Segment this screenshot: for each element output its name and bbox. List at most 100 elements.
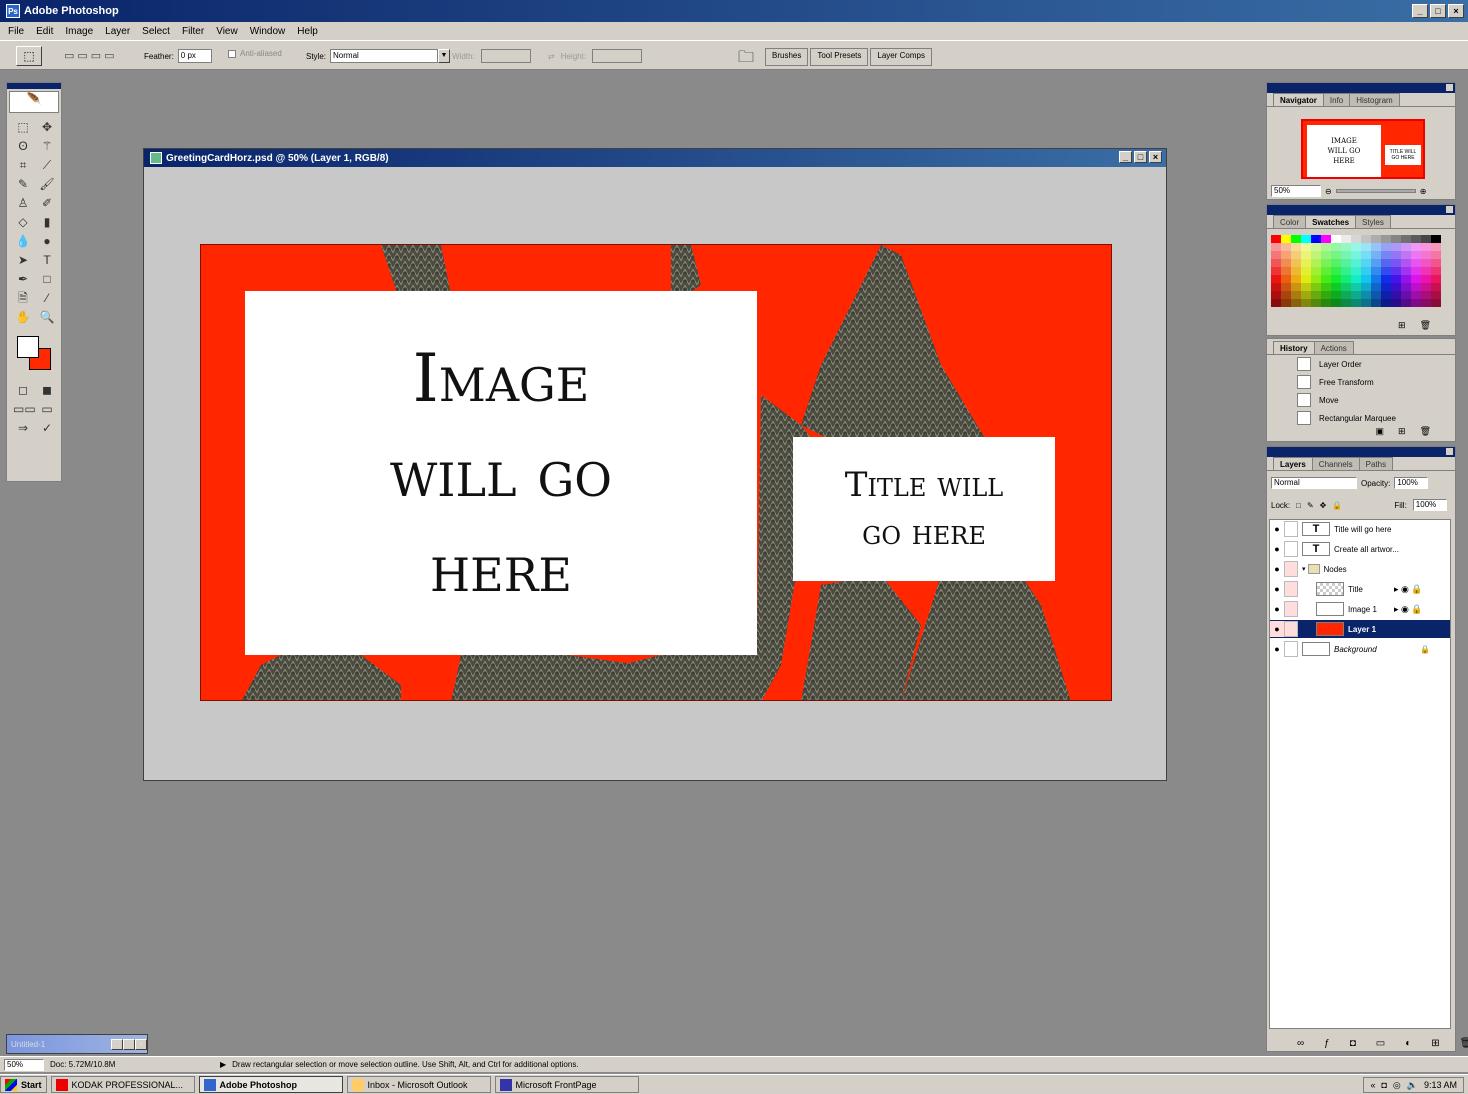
eye-icon[interactable]: ● bbox=[1270, 581, 1284, 597]
panel-header[interactable] bbox=[1267, 83, 1455, 93]
swatch[interactable] bbox=[1381, 251, 1391, 259]
swatch[interactable] bbox=[1351, 243, 1361, 251]
pen-tool-icon[interactable]: ✒ bbox=[13, 271, 33, 288]
adjustment-layer-icon[interactable]: ◐ bbox=[1405, 1038, 1411, 1049]
tray-volume-icon[interactable]: 🔈 bbox=[1407, 1080, 1418, 1091]
chevron-down-icon[interactable]: ▼ bbox=[438, 49, 451, 63]
swatch[interactable] bbox=[1411, 267, 1421, 275]
swatch[interactable] bbox=[1341, 299, 1351, 307]
swatch[interactable] bbox=[1341, 275, 1351, 283]
swatch[interactable] bbox=[1281, 267, 1291, 275]
marquee-tool-icon[interactable]: ⬚ bbox=[13, 119, 33, 136]
task-outlook[interactable]: Inbox - Microsoft Outlook bbox=[346, 1076, 491, 1093]
swatch[interactable] bbox=[1271, 283, 1281, 291]
swatch[interactable] bbox=[1371, 299, 1381, 307]
swatch[interactable] bbox=[1411, 235, 1421, 243]
quick-mask-icon[interactable]: ◼ bbox=[37, 382, 57, 399]
swatch[interactable] bbox=[1411, 259, 1421, 267]
swatch[interactable] bbox=[1311, 275, 1321, 283]
zoom-in-icon[interactable]: ⊕ bbox=[1420, 187, 1427, 196]
link-box[interactable] bbox=[1284, 581, 1298, 597]
maximize-button[interactable]: □ bbox=[1430, 4, 1446, 18]
swatch[interactable] bbox=[1401, 235, 1411, 243]
swatch[interactable] bbox=[1321, 235, 1331, 243]
swatch[interactable] bbox=[1281, 291, 1291, 299]
swatch[interactable] bbox=[1291, 299, 1301, 307]
link-layers-icon[interactable]: ∞ bbox=[1297, 1038, 1304, 1049]
menu-file[interactable]: File bbox=[8, 26, 24, 37]
image-placeholder[interactable]: Image will go here bbox=[245, 291, 757, 655]
swatch[interactable] bbox=[1421, 267, 1431, 275]
new-document-icon[interactable]: ⊞ bbox=[1398, 426, 1406, 437]
swatch[interactable] bbox=[1431, 243, 1441, 251]
swatch[interactable] bbox=[1271, 259, 1281, 267]
swatch[interactable] bbox=[1401, 299, 1411, 307]
link-box[interactable] bbox=[1284, 621, 1298, 637]
task-photoshop[interactable]: Adobe Photoshop bbox=[198, 1076, 343, 1093]
eye-icon[interactable]: ● bbox=[1270, 561, 1284, 577]
swatch[interactable] bbox=[1351, 235, 1361, 243]
tray-network-icon[interactable]: ◎ bbox=[1393, 1080, 1401, 1091]
swatch[interactable] bbox=[1331, 275, 1341, 283]
swatch[interactable] bbox=[1281, 299, 1291, 307]
status-arrow-icon[interactable]: ▶ bbox=[220, 1060, 226, 1069]
feather-logo-icon[interactable]: 🪶 bbox=[9, 91, 59, 113]
swatch[interactable] bbox=[1431, 275, 1441, 283]
swatch[interactable] bbox=[1381, 291, 1391, 299]
menu-filter[interactable]: Filter bbox=[182, 26, 204, 37]
swatch[interactable] bbox=[1411, 243, 1421, 251]
swatch[interactable] bbox=[1281, 235, 1291, 243]
move-tool-icon[interactable]: ✥ bbox=[37, 119, 57, 136]
swatch[interactable] bbox=[1391, 275, 1401, 283]
history-item[interactable]: Layer Order bbox=[1271, 355, 1451, 373]
zoom-out-icon[interactable]: ⊖ bbox=[1325, 187, 1332, 196]
swatch[interactable] bbox=[1391, 267, 1401, 275]
swatch[interactable] bbox=[1371, 251, 1381, 259]
swatch[interactable] bbox=[1331, 291, 1341, 299]
navigator-thumbnail[interactable]: IMAGE WILL GO HERE TITLE WILL GO HERE bbox=[1301, 119, 1425, 179]
notes-tool-icon[interactable]: 🗎 bbox=[13, 290, 33, 307]
tab-styles[interactable]: Styles bbox=[1355, 215, 1391, 228]
swatch[interactable] bbox=[1401, 283, 1411, 291]
swatch[interactable] bbox=[1351, 299, 1361, 307]
swatch[interactable] bbox=[1381, 243, 1391, 251]
zoom-slider[interactable] bbox=[1335, 189, 1416, 193]
lock-move-icon[interactable]: ✥ bbox=[1320, 501, 1327, 510]
swatch[interactable] bbox=[1391, 299, 1401, 307]
layer-row[interactable]: ● ▾ Nodes bbox=[1270, 560, 1450, 578]
healing-brush-tool-icon[interactable]: ✎ bbox=[13, 176, 33, 193]
tab-histogram[interactable]: Histogram bbox=[1349, 93, 1400, 106]
image-canvas[interactable]: Image will go here Title will go here bbox=[200, 244, 1112, 701]
swatch[interactable] bbox=[1361, 243, 1371, 251]
start-button[interactable]: Start bbox=[0, 1076, 47, 1093]
swatch[interactable] bbox=[1311, 291, 1321, 299]
task-frontpage[interactable]: Microsoft FrontPage bbox=[494, 1076, 639, 1093]
path-selection-tool-icon[interactable]: ➤ bbox=[13, 252, 33, 269]
swatch[interactable] bbox=[1421, 275, 1431, 283]
link-box[interactable] bbox=[1284, 601, 1298, 617]
tab-history[interactable]: History bbox=[1273, 341, 1315, 354]
swatch[interactable] bbox=[1371, 275, 1381, 283]
layer-row[interactable]: ● Image 1 ▸ ◉ 🔒 bbox=[1270, 600, 1450, 618]
swatch[interactable] bbox=[1291, 259, 1301, 267]
swatch[interactable] bbox=[1371, 259, 1381, 267]
swatch[interactable] bbox=[1311, 243, 1321, 251]
standard-mode-icon[interactable]: ◻ bbox=[13, 382, 33, 399]
swatch[interactable] bbox=[1421, 235, 1431, 243]
type-tool-icon[interactable]: T bbox=[37, 252, 57, 269]
swatch[interactable] bbox=[1311, 283, 1321, 291]
swatch[interactable] bbox=[1431, 259, 1441, 267]
swatch[interactable] bbox=[1361, 299, 1371, 307]
selection-mode-icons[interactable]: ▭▭▭▭ bbox=[64, 49, 118, 62]
close-button[interactable]: × bbox=[1448, 4, 1464, 18]
title-placeholder[interactable]: Title will go here bbox=[793, 437, 1055, 581]
brush-tool-icon[interactable]: 🖌 bbox=[37, 176, 57, 193]
swatch[interactable] bbox=[1281, 259, 1291, 267]
swatch[interactable] bbox=[1321, 275, 1331, 283]
swatch[interactable] bbox=[1291, 275, 1301, 283]
tab-swatches[interactable]: Swatches bbox=[1305, 215, 1357, 228]
link-box[interactable] bbox=[1284, 641, 1298, 657]
tab-actions[interactable]: Actions bbox=[1313, 341, 1354, 354]
restore-button[interactable]: □ bbox=[111, 1038, 123, 1050]
swatch[interactable] bbox=[1271, 291, 1281, 299]
